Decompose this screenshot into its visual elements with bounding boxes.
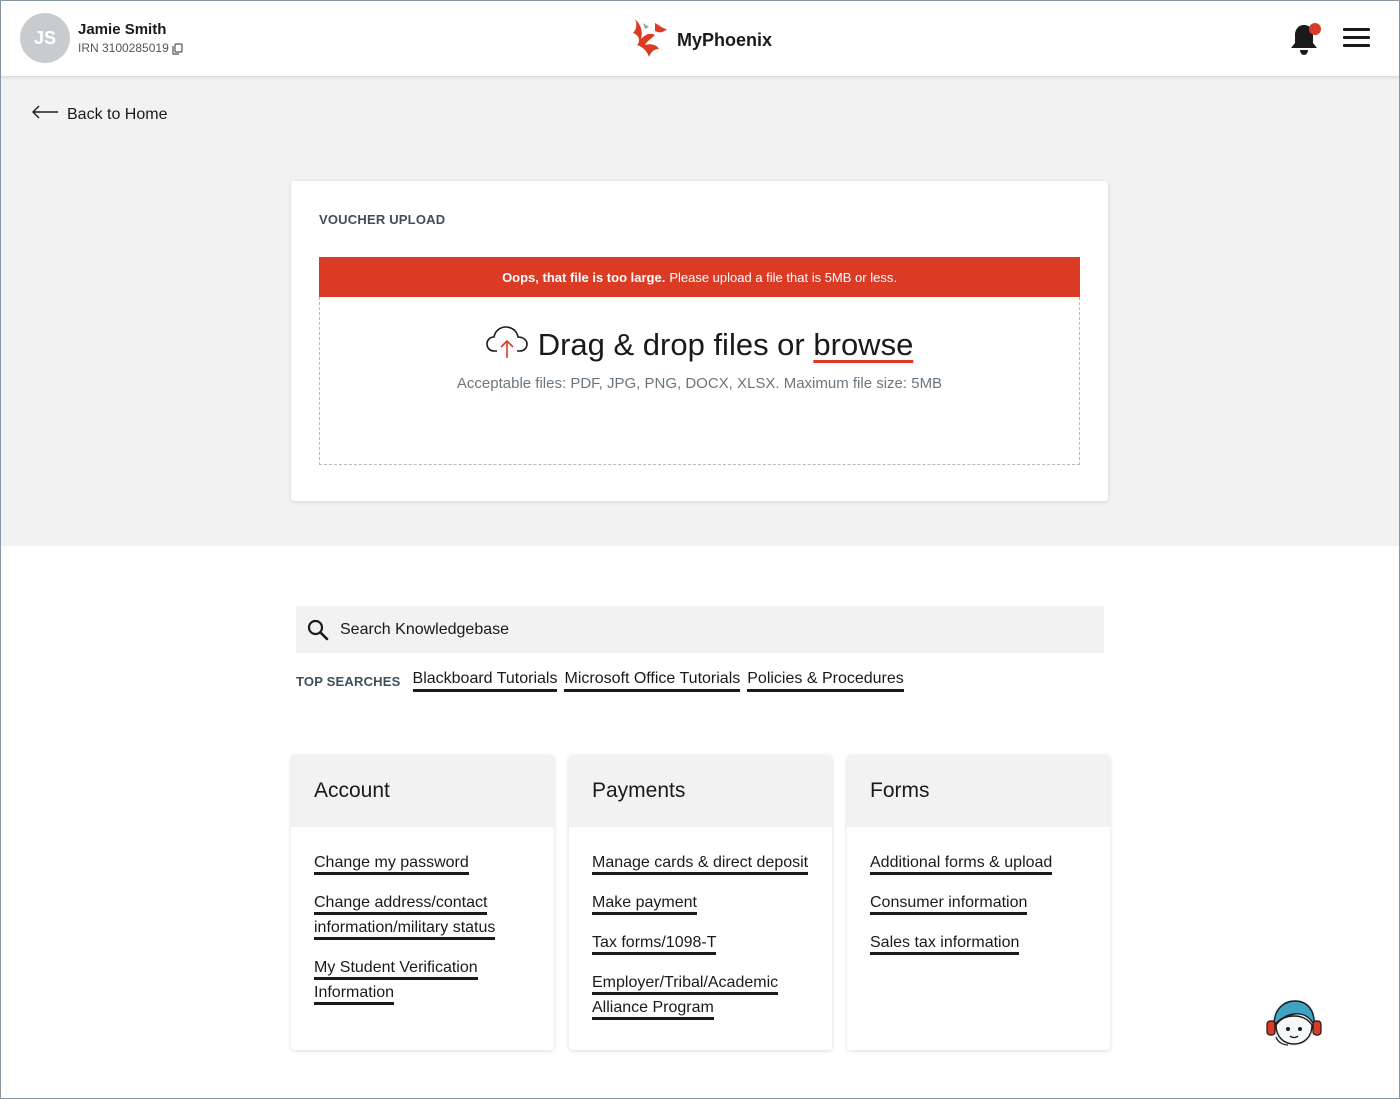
card-link[interactable]: Change address/contact information/milit… bbox=[314, 894, 496, 940]
card-link[interactable]: Consumer information bbox=[870, 894, 1028, 915]
card-link[interactable]: Employer/Tribal/Academic Alliance Progra… bbox=[592, 974, 779, 1020]
user-irn: IRN 3100285019 bbox=[78, 41, 183, 55]
menu-icon[interactable] bbox=[1343, 28, 1371, 48]
back-label: Back to Home bbox=[67, 105, 168, 123]
phoenix-logo-icon bbox=[629, 15, 671, 66]
chat-bot-icon[interactable] bbox=[1264, 997, 1324, 1049]
browse-link[interactable]: browse bbox=[813, 327, 913, 362]
error-banner: Oops, that file is too large. Please upl… bbox=[319, 257, 1080, 297]
card-link[interactable]: Make payment bbox=[592, 894, 697, 915]
knowledgebase-search bbox=[296, 606, 1104, 653]
search-input[interactable] bbox=[340, 620, 1040, 639]
brand-logo[interactable]: MyPhoenix bbox=[629, 15, 772, 66]
drop-text: Drag & drop files or bbox=[537, 326, 805, 362]
forms-card: Forms Additional forms & upload Consumer… bbox=[847, 755, 1110, 1050]
irn-text: IRN 3100285019 bbox=[78, 41, 169, 55]
card-link[interactable]: My Student Verification Information bbox=[314, 959, 478, 1005]
card-link[interactable]: Manage cards & direct deposit bbox=[592, 854, 809, 875]
card-title: Payments bbox=[569, 755, 832, 827]
search-icon[interactable] bbox=[298, 606, 338, 653]
payments-card: Payments Manage cards & direct deposit M… bbox=[569, 755, 832, 1050]
top-searches: TOP SEARCHES Blackboard Tutorials Micros… bbox=[296, 670, 911, 692]
user-name: Jamie Smith bbox=[78, 21, 167, 38]
brand-name: MyPhoenix bbox=[677, 30, 773, 50]
card-link[interactable]: Tax forms/1098-T bbox=[592, 934, 717, 955]
card-title: Account bbox=[291, 755, 554, 827]
upload-title: VOUCHER UPLOAD bbox=[319, 212, 446, 227]
top-header: JS Jamie Smith IRN 3100285019 MyPhoenix bbox=[1, 1, 1399, 77]
top-searches-label: TOP SEARCHES bbox=[296, 673, 401, 689]
top-search-link[interactable]: Blackboard Tutorials bbox=[412, 670, 558, 692]
card-title: Forms bbox=[847, 755, 1110, 827]
top-search-link[interactable]: Microsoft Office Tutorials bbox=[564, 670, 741, 692]
back-to-home-link[interactable]: Back to Home bbox=[31, 105, 167, 124]
voucher-upload-card: VOUCHER UPLOAD Oops, that file is too la… bbox=[291, 181, 1108, 501]
card-link[interactable]: Change my password bbox=[314, 854, 469, 875]
error-message: Please upload a file that is 5MB or less… bbox=[669, 269, 897, 285]
copy-icon[interactable] bbox=[172, 42, 183, 55]
avatar[interactable]: JS bbox=[20, 13, 70, 63]
file-dropzone[interactable]: Drag & drop files or browse Acceptable f… bbox=[319, 297, 1080, 465]
top-search-link[interactable]: Policies & Procedures bbox=[747, 670, 904, 692]
bell-icon[interactable] bbox=[1288, 21, 1321, 55]
account-card: Account Change my password Change addres… bbox=[291, 755, 554, 1050]
accepted-files-text: Acceptable files: PDF, JPG, PNG, DOCX, X… bbox=[456, 375, 943, 392]
card-link[interactable]: Sales tax information bbox=[870, 934, 1020, 955]
arrow-left-icon bbox=[31, 105, 59, 124]
error-bold-text: Oops, that file is too large. bbox=[502, 269, 666, 285]
cloud-upload-icon bbox=[485, 325, 528, 364]
card-link[interactable]: Additional forms & upload bbox=[870, 854, 1053, 875]
